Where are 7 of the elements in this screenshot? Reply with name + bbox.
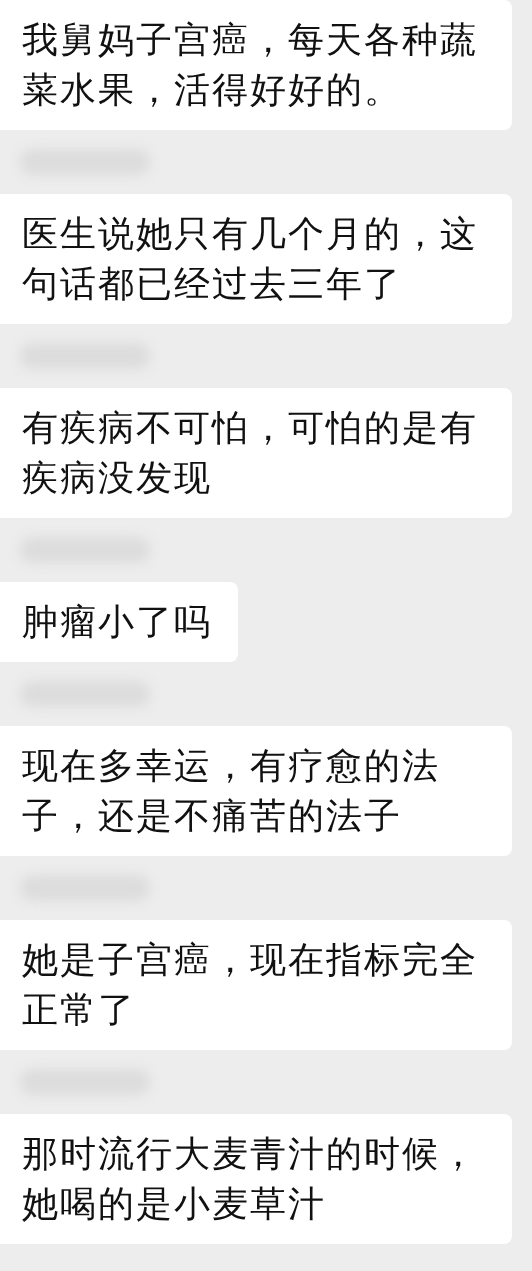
- message-bubble: 现在多幸运，有疗愈的法子，还是不痛苦的法子: [0, 726, 512, 856]
- message-bubble: 肿瘤小了吗: [0, 582, 238, 662]
- message-bubble: 医生说她只有几个月的，这句话都已经过去三年了: [0, 194, 512, 324]
- message-bubble: 那时流行大麦青汁的时候，她喝的是小麦草汁: [0, 1114, 512, 1244]
- message-bubble: 我舅妈子宫癌，每天各种蔬菜水果，活得好好的。: [0, 0, 512, 130]
- message-bubble: 她是子宫癌，现在指标完全正常了: [0, 920, 512, 1050]
- message-bubble: 有疾病不可怕，可怕的是有疾病没发现: [0, 388, 512, 518]
